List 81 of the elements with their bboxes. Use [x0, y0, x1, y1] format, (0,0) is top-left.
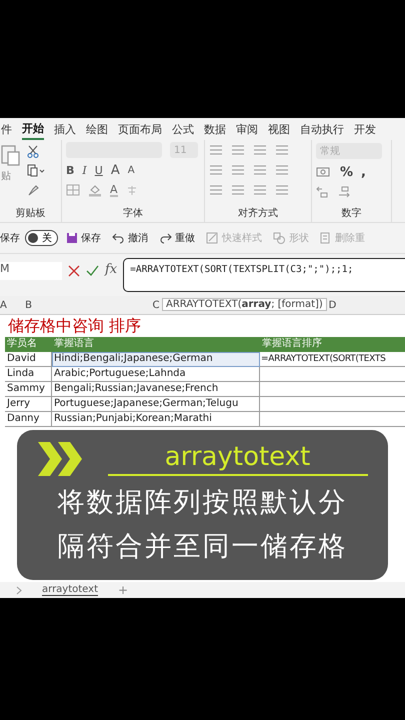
redo-icon [159, 232, 172, 244]
sheet-title: 储存格中咨询 排序 [7, 315, 142, 337]
decimal-icon[interactable] [316, 186, 329, 198]
currency-icon[interactable] [316, 166, 332, 178]
align-icon[interactable] [209, 184, 223, 196]
header-cell: 掌握语言 [52, 337, 260, 352]
format-button[interactable]: A [110, 162, 120, 178]
group-label: 数字 [340, 206, 362, 220]
caption-title: arraytotext [108, 442, 368, 476]
table-cell: Russian;Punjabi;Korean;Marathi [52, 412, 260, 427]
table-cell: =ARRAYTOTEXT(SORT(TEXTS [260, 352, 405, 367]
table-cell: Portuguese;Japanese;German;Telugu [52, 397, 260, 412]
align-icon[interactable] [253, 144, 267, 156]
group-label: 对齐方式 [237, 206, 279, 220]
format-button[interactable]: B [66, 164, 74, 176]
close-icon[interactable] [68, 265, 80, 277]
table-cell: Jerry [5, 397, 52, 412]
group-label: 剪贴板 [14, 206, 46, 220]
align-icon[interactable] [231, 184, 245, 196]
toolbar-button[interactable]: 重做 [156, 231, 198, 245]
brush-icon[interactable] [27, 183, 39, 196]
scissors-icon[interactable] [27, 145, 39, 158]
caption-text: 隔符合并至同一储存格 [58, 530, 348, 564]
ribbon-tab[interactable]: 审阅 [236, 120, 258, 138]
ribbon-tab[interactable]: 绘图 [86, 120, 108, 138]
chevron-icon[interactable] [16, 586, 22, 594]
table-cell: Hindi;Bengali;Japanese;German [52, 352, 260, 367]
number-format-button[interactable]: % [340, 164, 354, 180]
autosave-toggle[interactable]: 关 [25, 230, 58, 246]
align-icon[interactable] [231, 164, 245, 176]
font-color-button[interactable]: A [110, 184, 118, 196]
fill-color-icon[interactable] [88, 184, 102, 196]
formula-field[interactable]: =ARRAYTOTEXT(SORT(TEXTSPLIT(C3;";");;1; [123, 258, 405, 292]
toolbar-button[interactable]: 撤消 [109, 231, 151, 245]
borders-icon[interactable] [66, 184, 80, 196]
number-format-button[interactable]: , [361, 164, 366, 180]
ribbon-tab[interactable]: 数据 [204, 120, 226, 138]
undo-icon [112, 232, 125, 244]
sheet-tab[interactable]: arraytotext [42, 584, 98, 596]
clipboard-icon[interactable] [1, 143, 21, 167]
autosave-label: 保存 [0, 232, 20, 245]
copy-icon[interactable] [27, 164, 45, 177]
toolbar-button[interactable]: 保存 [63, 231, 104, 245]
ribbon-tab[interactable]: 开发 [354, 120, 376, 138]
document-icon [320, 232, 332, 244]
function-tooltip: ARRAYTOTEXT(array; [format]) [162, 298, 327, 311]
align-icon[interactable] [209, 144, 223, 156]
align-icon[interactable] [209, 164, 223, 176]
table-cell: Linda [5, 367, 52, 382]
align-icon[interactable] [231, 144, 245, 156]
table-cell: Bengali;Russian;Javanese;French [52, 382, 260, 397]
phonetic-icon[interactable] [126, 184, 138, 196]
ribbon-tab[interactable]: 插入 [54, 120, 76, 138]
format-button[interactable]: I [82, 164, 87, 176]
function-button[interactable]: fx [105, 262, 118, 277]
align-icon[interactable] [275, 184, 289, 196]
decimal-icon[interactable] [337, 186, 350, 198]
header-cell: 掌握语言排序 [260, 337, 405, 352]
table-cell: Danny [5, 412, 52, 427]
table-cell: Sammy [5, 382, 52, 397]
format-button[interactable]: A [128, 164, 135, 176]
table-cell: Arabic;Portuguese;Lahnda [52, 367, 260, 382]
ribbon-tab[interactable]: 件 [1, 120, 12, 138]
caption-text: 将数据阵列按照默认分 [58, 486, 348, 520]
header-cell: 学员名 [5, 337, 52, 352]
group-label: 字体 [122, 206, 144, 220]
ribbon-tab[interactable]: 自动执行 [300, 120, 344, 138]
styles-icon [206, 232, 219, 244]
ribbon-tab[interactable]: 页面布局 [118, 120, 162, 138]
shapes-icon [273, 232, 286, 244]
column-header[interactable]: A [0, 300, 5, 310]
align-icon[interactable] [275, 164, 289, 176]
align-icon[interactable] [275, 144, 289, 156]
save-icon [66, 232, 78, 244]
format-button[interactable]: U [94, 164, 103, 176]
ribbon-tab[interactable]: 公式 [172, 120, 194, 138]
ribbon-tab[interactable]: 视图 [268, 120, 290, 138]
align-icon[interactable] [253, 184, 267, 196]
check-icon[interactable] [86, 265, 99, 277]
align-icon[interactable] [253, 164, 267, 176]
name-box[interactable]: M [0, 262, 62, 280]
